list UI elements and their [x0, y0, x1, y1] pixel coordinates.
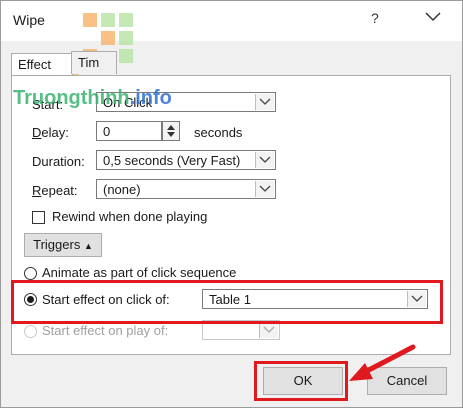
collapse-arrows-icon: ▲ [83, 241, 93, 251]
chevron-down-icon [255, 152, 274, 168]
chevron-down-icon [255, 181, 274, 197]
duration-label: Duration: [32, 154, 85, 169]
highlight-ok [254, 361, 348, 401]
start-on-play-label: Start effect on play of: [42, 323, 169, 338]
wipe-dialog: Wipe ? Effect Tim Start: On Click Delay:… [0, 0, 463, 408]
triggers-button[interactable]: Triggers ▲ [24, 233, 102, 257]
delay-unit: seconds [194, 125, 243, 140]
tab-timing[interactable]: Tim [71, 51, 117, 74]
help-button[interactable]: ? [371, 10, 379, 26]
delay-stepper[interactable] [162, 121, 180, 141]
rewind-checkbox[interactable] [32, 211, 45, 224]
delay-input[interactable]: 0 [96, 121, 162, 141]
animate-radio[interactable] [24, 267, 37, 280]
animate-label: Animate as part of click sequence [42, 265, 237, 280]
duration-select[interactable]: 0,5 seconds (Very Fast) [96, 150, 276, 170]
repeat-label: Repeat: [32, 183, 78, 198]
chevron-down-icon [259, 322, 278, 338]
start-on-play-radio[interactable] [24, 325, 37, 338]
repeat-select[interactable]: (none) [96, 179, 276, 199]
delay-value: 0 [103, 124, 111, 139]
watermark-text: Truongthinh.info [13, 87, 172, 109]
chevron-down-icon [255, 94, 274, 110]
rewind-label: Rewind when done playing [52, 209, 208, 224]
dialog-title: Wipe [13, 12, 45, 28]
pointer-arrow-icon [349, 344, 416, 381]
repeat-value: (none) [103, 182, 141, 197]
highlight-start-on-click [11, 280, 443, 324]
triggers-label: Triggers [33, 237, 81, 252]
delay-label: Delay: [32, 125, 69, 140]
tab-effect[interactable]: Effect [11, 53, 73, 75]
title-bar: Wipe ? [1, 1, 462, 41]
collapse-chevron-icon[interactable] [421, 5, 445, 29]
duration-value: 0,5 seconds (Very Fast) [103, 153, 241, 168]
